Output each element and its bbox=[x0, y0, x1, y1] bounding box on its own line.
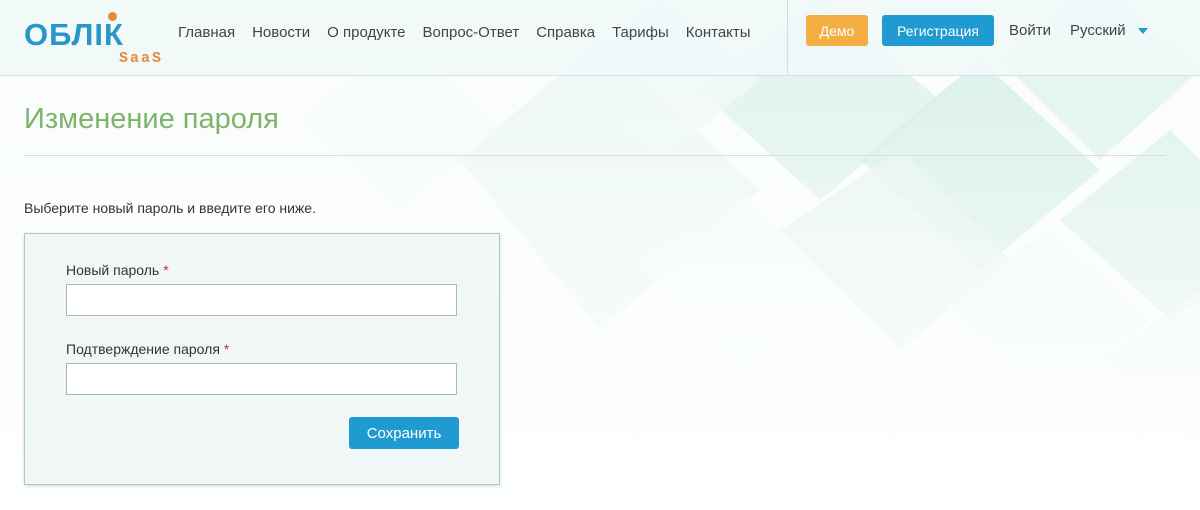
nav-item-news[interactable]: Новости bbox=[252, 24, 310, 41]
new-password-input[interactable] bbox=[66, 284, 457, 316]
language-selector[interactable]: Русский bbox=[1070, 22, 1148, 39]
nav-item-home[interactable]: Главная bbox=[178, 24, 235, 41]
new-password-label-text: Новый пароль bbox=[66, 262, 160, 278]
oblik-saas-logo[interactable]: ОБЛІК SaaS bbox=[24, 9, 174, 69]
login-link[interactable]: Войти bbox=[1009, 22, 1051, 39]
chevron-down-icon bbox=[1137, 27, 1148, 34]
new-password-label: Новый пароль * bbox=[66, 262, 169, 278]
main-content: Изменение пароля Выберите новый пароль и… bbox=[0, 76, 1200, 510]
title-divider bbox=[24, 155, 1166, 156]
header-divider bbox=[787, 0, 788, 75]
nav-item-pricing[interactable]: Тарифы bbox=[612, 24, 669, 41]
nav-item-help[interactable]: Справка bbox=[536, 24, 595, 41]
required-mark: * bbox=[163, 262, 169, 278]
language-label: Русский bbox=[1070, 22, 1126, 39]
register-button[interactable]: Регистрация bbox=[882, 15, 994, 46]
logo-text: ОБЛІК bbox=[24, 17, 124, 52]
confirm-password-label: Подтверждение пароля * bbox=[66, 341, 229, 357]
intro-text: Выберите новый пароль и введите его ниже… bbox=[24, 200, 316, 216]
demo-button[interactable]: Демо bbox=[806, 15, 868, 46]
logo-dot-icon bbox=[108, 12, 117, 21]
logo-subtext: SaaS bbox=[119, 50, 164, 67]
nav-item-about[interactable]: О продукте bbox=[327, 24, 405, 41]
required-mark: * bbox=[223, 341, 230, 357]
main-nav: Главная Новости О продукте Вопрос-Ответ … bbox=[178, 24, 768, 41]
page-title: Изменение пароля bbox=[24, 103, 279, 135]
save-button[interactable]: Сохранить bbox=[349, 417, 459, 449]
nav-item-contacts[interactable]: Контакты bbox=[686, 24, 751, 41]
nav-item-faq[interactable]: Вопрос-Ответ bbox=[423, 24, 520, 41]
top-header: ОБЛІК SaaS Главная Новости О продукте Во… bbox=[0, 0, 1200, 76]
change-password-form: Новый пароль * Подтверждение пароля * Сохр… bbox=[24, 233, 500, 485]
confirm-password-label-text: Подтверждение пароля bbox=[66, 341, 220, 357]
confirm-password-input[interactable] bbox=[66, 363, 457, 395]
